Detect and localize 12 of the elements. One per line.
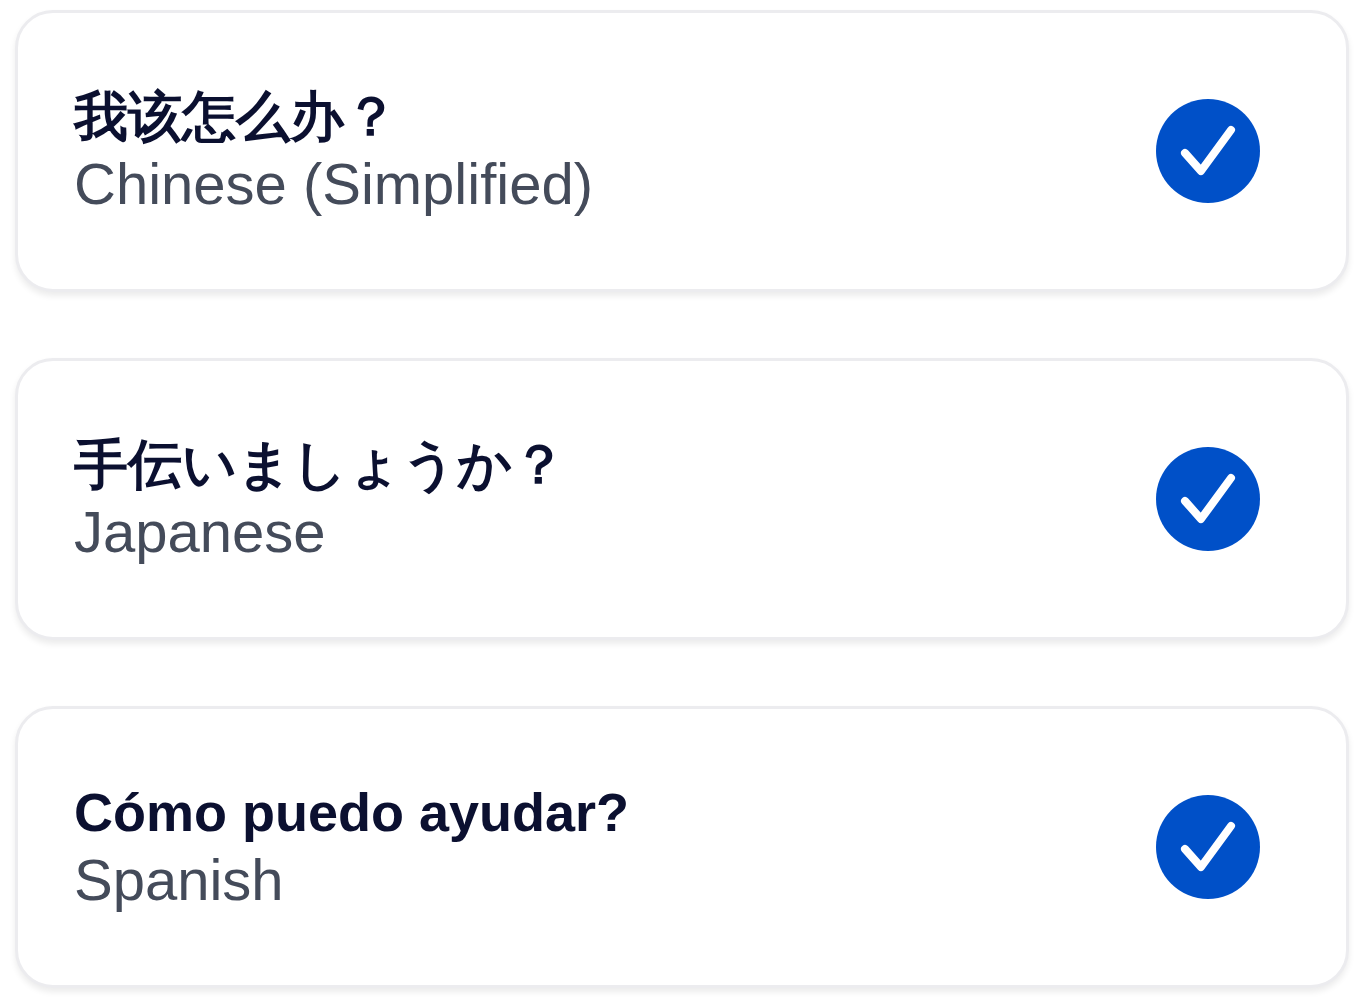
phrase-text: 手伝いましょうか？	[74, 432, 566, 496]
checkmark-icon[interactable]	[1156, 447, 1260, 551]
phrase-text: Cómo puedo ayudar?	[74, 780, 630, 844]
checkmark-icon[interactable]	[1156, 99, 1260, 203]
language-name: Spanish	[74, 845, 285, 914]
language-card[interactable]: 手伝いましょうか？ Japanese	[15, 358, 1349, 640]
language-card[interactable]: Cómo puedo ayudar? Spanish	[15, 706, 1349, 988]
language-card[interactable]: 我该怎么办？ Chinese (Simplified)	[15, 10, 1349, 292]
language-name: Japanese	[74, 497, 327, 566]
checkmark-icon[interactable]	[1156, 795, 1260, 899]
language-name: Chinese (Simplified)	[74, 149, 593, 218]
phrase-text: 我该怎么办？	[74, 84, 399, 148]
